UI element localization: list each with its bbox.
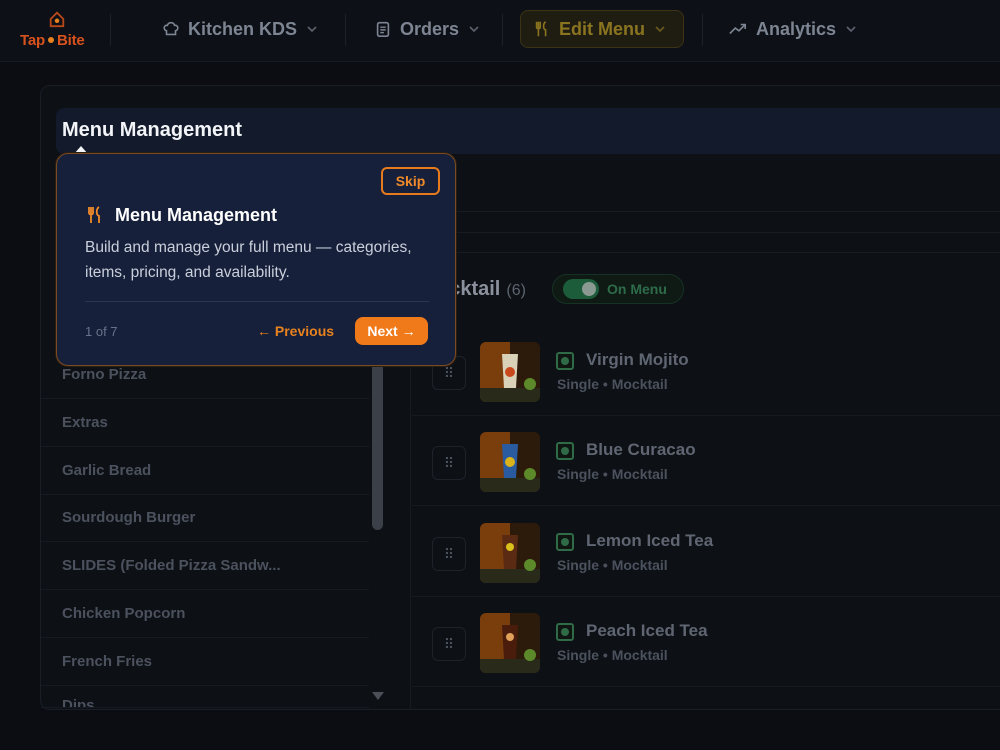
menu-item-row[interactable]: ⠿ Virgin Mojito Single • Mocktail xyxy=(412,326,1000,416)
nav-separator xyxy=(110,14,111,46)
brand-name: Tap Bite xyxy=(20,32,85,49)
clipboard-icon xyxy=(376,21,390,38)
item-image xyxy=(480,432,540,492)
category-item[interactable]: French Fries xyxy=(41,638,369,686)
nav-kitchen-kds[interactable]: Kitchen KDS xyxy=(150,10,331,48)
item-name: Peach Iced Tea xyxy=(586,621,708,640)
tour-title: Menu Management xyxy=(115,205,278,225)
on-menu-toggle[interactable]: On Menu xyxy=(552,274,684,304)
nav-edit-menu[interactable]: Edit Menu xyxy=(520,10,684,48)
utensils-icon xyxy=(535,21,547,37)
next-button[interactable]: Next → xyxy=(355,317,428,345)
menu-item-row[interactable]: ⠿ Peach Iced Tea Single • Mocktail xyxy=(412,597,1000,687)
item-name: Blue Curacao xyxy=(586,440,696,459)
previous-button[interactable]: ← Previous xyxy=(257,320,334,342)
divider xyxy=(85,301,429,302)
item-meta: Single • Mocktail xyxy=(557,376,668,392)
tour-step-counter: 1 of 7 xyxy=(85,324,118,339)
category-item[interactable]: Chicken Popcorn xyxy=(41,590,369,638)
brand-part-2: Bite xyxy=(56,32,85,49)
veg-indicator-icon xyxy=(556,623,574,641)
chevron-down-icon xyxy=(655,26,665,33)
nav-label: Edit Menu xyxy=(559,18,645,39)
item-meta: Single • Mocktail xyxy=(557,647,668,663)
chevron-down-icon xyxy=(307,26,317,33)
divider xyxy=(410,252,1000,253)
category-item[interactable]: Dips xyxy=(41,686,369,708)
category-item[interactable]: SLIDES (Folded Pizza Sandw... xyxy=(41,542,369,590)
category-item[interactable]: Sourdough Burger xyxy=(41,494,369,542)
nav-separator xyxy=(702,14,703,46)
brand-dot xyxy=(47,37,54,43)
drag-handle-icon[interactable]: ⠿ xyxy=(432,627,466,661)
item-meta: Single • Mocktail xyxy=(557,466,668,482)
page-title: Menu Management xyxy=(62,119,243,141)
item-image xyxy=(480,342,540,402)
utensils-icon xyxy=(88,206,100,223)
logo[interactable]: Tap Bite xyxy=(18,8,98,54)
tour-popover: Skip Menu Management Build and manage yo… xyxy=(56,153,456,366)
nav-orders[interactable]: Orders xyxy=(362,10,493,48)
top-nav: Tap Bite Kitchen KDS Orders Edit Menu Ana… xyxy=(0,0,1000,62)
category-item[interactable]: Extras xyxy=(41,399,369,447)
tour-description: Build and manage your full menu — catego… xyxy=(85,239,412,281)
nav-analytics[interactable]: Analytics xyxy=(716,10,870,48)
scrollbar-thumb[interactable] xyxy=(372,360,383,530)
category-count: (6) xyxy=(506,282,526,299)
divider xyxy=(410,211,1000,212)
nav-label: Orders xyxy=(400,18,460,39)
veg-indicator-icon xyxy=(556,533,574,551)
item-name: Lemon Iced Tea xyxy=(586,531,714,550)
drag-handle-icon[interactable]: ⠿ xyxy=(432,537,466,571)
veg-indicator-icon xyxy=(556,442,574,460)
toggle-label: On Menu xyxy=(607,281,667,297)
divider xyxy=(410,232,1000,233)
skip-tour-button[interactable]: Skip xyxy=(381,167,440,195)
chef-hat-icon xyxy=(163,21,179,36)
veg-indicator-icon xyxy=(556,352,574,370)
item-image xyxy=(480,523,540,583)
nav-separator xyxy=(502,14,503,46)
menu-item-row[interactable]: ⠿ Lemon Iced Tea Single • Mocktail xyxy=(412,507,1000,597)
nav-label: Analytics xyxy=(756,18,837,39)
item-meta: Single • Mocktail xyxy=(557,557,668,573)
trending-up-icon xyxy=(729,23,747,35)
toggle-switch[interactable] xyxy=(563,279,599,299)
nav-separator xyxy=(345,14,346,46)
item-image xyxy=(480,613,540,673)
menu-item-row[interactable]: ⠿ Blue Curacao Single • Mocktail xyxy=(412,416,1000,506)
scroll-down-arrow[interactable] xyxy=(372,692,384,700)
house-icon xyxy=(49,11,65,28)
nav-label: Kitchen KDS xyxy=(188,18,298,39)
chevron-down-icon xyxy=(846,26,856,33)
item-name: Virgin Mojito xyxy=(586,350,689,369)
drag-handle-icon[interactable]: ⠿ xyxy=(432,446,466,480)
chevron-down-icon xyxy=(469,26,479,33)
brand-part-1: Tap xyxy=(20,32,45,49)
category-item[interactable]: Garlic Bread xyxy=(41,447,369,495)
